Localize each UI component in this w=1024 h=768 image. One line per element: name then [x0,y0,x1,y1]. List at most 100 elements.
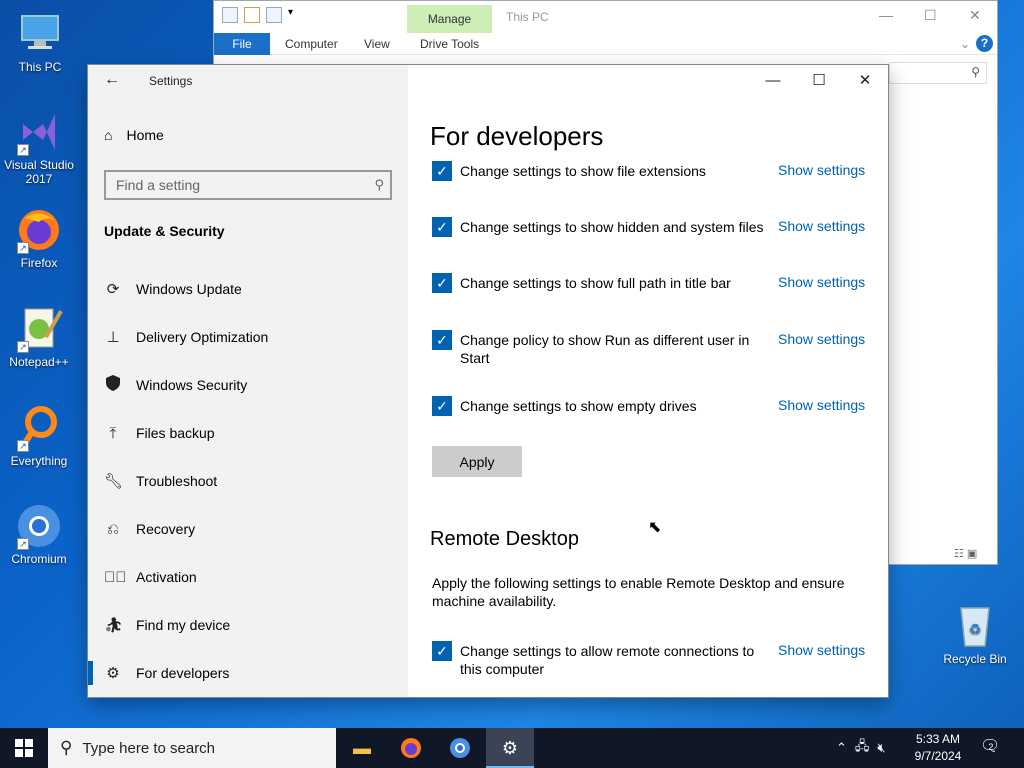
clock[interactable]: 5:33 AM 9/7/2024 [908,731,968,765]
notepad-plus-icon: ↗ [15,305,63,353]
view-toggle-icons[interactable]: ☷ ▣ [954,547,977,560]
explorer-search-input[interactable]: ⚲ [889,62,987,84]
tab-file[interactable]: File [214,33,270,55]
checkbox-file-extensions[interactable]: ✓ [432,161,452,181]
maximize-icon[interactable]: ☐ [924,7,937,24]
checkbox-full-path[interactable]: ✓ [432,273,452,293]
desktop-icon-this-pc[interactable]: This PC [2,10,78,74]
desktop-icon-visual-studio[interactable]: ↗ Visual Studio 2017 [1,108,77,186]
tab-view[interactable]: View [364,37,390,51]
desktop-icon-chromium[interactable]: ↗ Chromium [1,502,77,566]
chromium-icon: ↗ [15,502,63,550]
desktop-icon-label: Recycle Bin [943,652,1007,666]
sidebar-item-label: Delivery Optimization [136,329,269,345]
manage-tab[interactable]: Manage [407,5,492,33]
sidebar-item-label: For developers [136,665,230,681]
desktop-icon-everything[interactable]: ↗ Everything [1,404,77,468]
apply-button[interactable]: Apply [432,446,522,477]
remote-desktop-description: Apply the following settings to enable R… [432,575,845,609]
sidebar-item-find-my-device[interactable]: ⛹︎ Find my device [88,601,408,649]
notification-center-icon[interactable]: 🗨︎2 [980,736,1005,756]
settings-nav: ⟳ Windows Update ⊥ Delivery Optimization… [88,265,408,697]
sidebar-item-troubleshoot[interactable]: 🔧︎ Troubleshoot [88,457,408,505]
show-settings-link[interactable]: Show settings [778,218,865,234]
settings-sidebar: ← Settings ⌂ Home Find a setting ⚲ Updat… [88,65,408,697]
desktop-icon-label: Visual Studio 2017 [4,158,74,186]
network-icon[interactable]: 🖧︎ [855,737,870,759]
windows-start-icon[interactable] [0,728,48,768]
clock-time: 5:33 AM [915,732,961,746]
checkbox-remote-connections[interactable]: ✓ [432,641,452,661]
show-settings-link[interactable]: Show settings [778,397,865,413]
notification-count: 2 [988,742,994,752]
option-label: Change settings to show file extensions [460,163,706,179]
tab-computer[interactable]: Computer [285,37,338,51]
sync-icon: ⟳ [106,281,120,298]
computer-icon[interactable] [222,7,238,23]
quick-access-toolbar: ▾ [222,7,304,23]
sidebar-item-files-backup[interactable]: ⤒ Files backup [88,409,408,457]
home-icon: ⌂ [104,127,113,143]
help-icon[interactable]: ? [976,35,993,52]
tab-drive-tools[interactable]: Drive Tools [420,37,479,51]
taskbar-search-box[interactable]: ⚲ Type here to search [48,728,336,768]
sidebar-item-label: Files backup [136,425,215,441]
desktop-icon-label: Everything [10,454,68,468]
wrench-icon: 🔧︎ [104,473,124,490]
find-setting-input[interactable]: Find a setting ⚲ [104,170,392,200]
checkbox-empty-drives[interactable]: ✓ [432,396,452,416]
explorer-title: This PC [506,10,549,24]
show-settings-link[interactable]: Show settings [778,274,865,290]
settings-taskbar-icon[interactable]: ⚙︎ [486,728,534,768]
sidebar-item-activation[interactable]: ✓⃝ Activation [88,553,408,601]
chevron-down-icon[interactable]: ⌄ [960,37,970,51]
shortcut-arrow-icon: ↗ [17,538,29,550]
sidebar-item-label: Find my device [136,617,231,633]
close-icon[interactable]: ✕ [969,7,981,24]
settings-window[interactable]: ← Settings ⌂ Home Find a setting ⚲ Updat… [88,65,888,697]
shortcut-arrow-icon: ↗ [17,440,29,452]
minimize-icon[interactable]: — [750,65,796,97]
dropdown-arrow-icon[interactable]: ▾ [288,7,304,23]
checkbox-hidden-files[interactable]: ✓ [432,217,452,237]
maximize-icon[interactable]: ☐ [796,65,842,97]
desktop-icon-notepad-plus[interactable]: ↗ Notepad++ [1,305,77,369]
shortcut-arrow-icon: ↗ [17,242,29,254]
back-arrow-icon[interactable]: ← [104,71,120,89]
home-label: Home [126,127,164,143]
sidebar-item-windows-security[interactable]: Windows Security [88,361,408,409]
sidebar-item-label: Windows Security [136,377,248,393]
shield-icon [104,375,122,395]
desktop-icon-label: Firefox [20,256,58,270]
sidebar-item-delivery-optimization[interactable]: ⊥ Delivery Optimization [88,313,408,361]
chromium-taskbar-icon[interactable] [436,728,484,768]
sidebar-item-label: Activation [136,569,197,585]
chevron-up-icon[interactable]: ⌃ [836,740,847,756]
file-explorer-taskbar-icon[interactable]: ▬ [338,728,386,768]
volume-muted-icon[interactable]: 🔇︎ [877,740,885,756]
desktop-icon-recycle-bin[interactable]: ♻ Recycle Bin [940,602,1010,666]
option-label: Change policy to show Run as different u… [460,332,750,366]
show-settings-link[interactable]: Show settings [778,642,865,658]
home-link[interactable]: ⌂ Home [104,127,164,143]
checkbox-run-as-different-user[interactable]: ✓ [432,330,452,350]
person-pin-icon: ⛹︎ [104,617,124,634]
settings-content: — ☐ ✕ For developers ✓ Change settings t… [408,65,888,697]
window-controls: — ☐ ✕ [750,65,888,97]
show-settings-link[interactable]: Show settings [778,331,865,347]
firefox-taskbar-icon[interactable] [387,728,435,768]
everything-search-icon: ↗ [15,404,63,452]
desktop-icon-firefox[interactable]: ↗ Firefox [1,206,77,270]
new-folder-icon[interactable] [266,7,282,23]
sidebar-item-windows-update[interactable]: ⟳ Windows Update [88,265,408,313]
sidebar-item-for-developers[interactable]: ⚙︎ For developers [88,649,408,697]
show-settings-link[interactable]: Show settings [778,162,865,178]
minimize-icon[interactable]: — [879,7,893,23]
option-label: Change settings to show hidden and syste… [460,219,764,235]
option-label: Change settings to allow remote connecti… [460,643,755,677]
page-title: For developers [430,121,604,151]
properties-icon[interactable] [244,7,260,23]
section-heading: Update & Security [104,223,225,239]
close-icon[interactable]: ✕ [842,65,888,97]
sidebar-item-recovery[interactable]: ⎌ Recovery [88,505,408,553]
